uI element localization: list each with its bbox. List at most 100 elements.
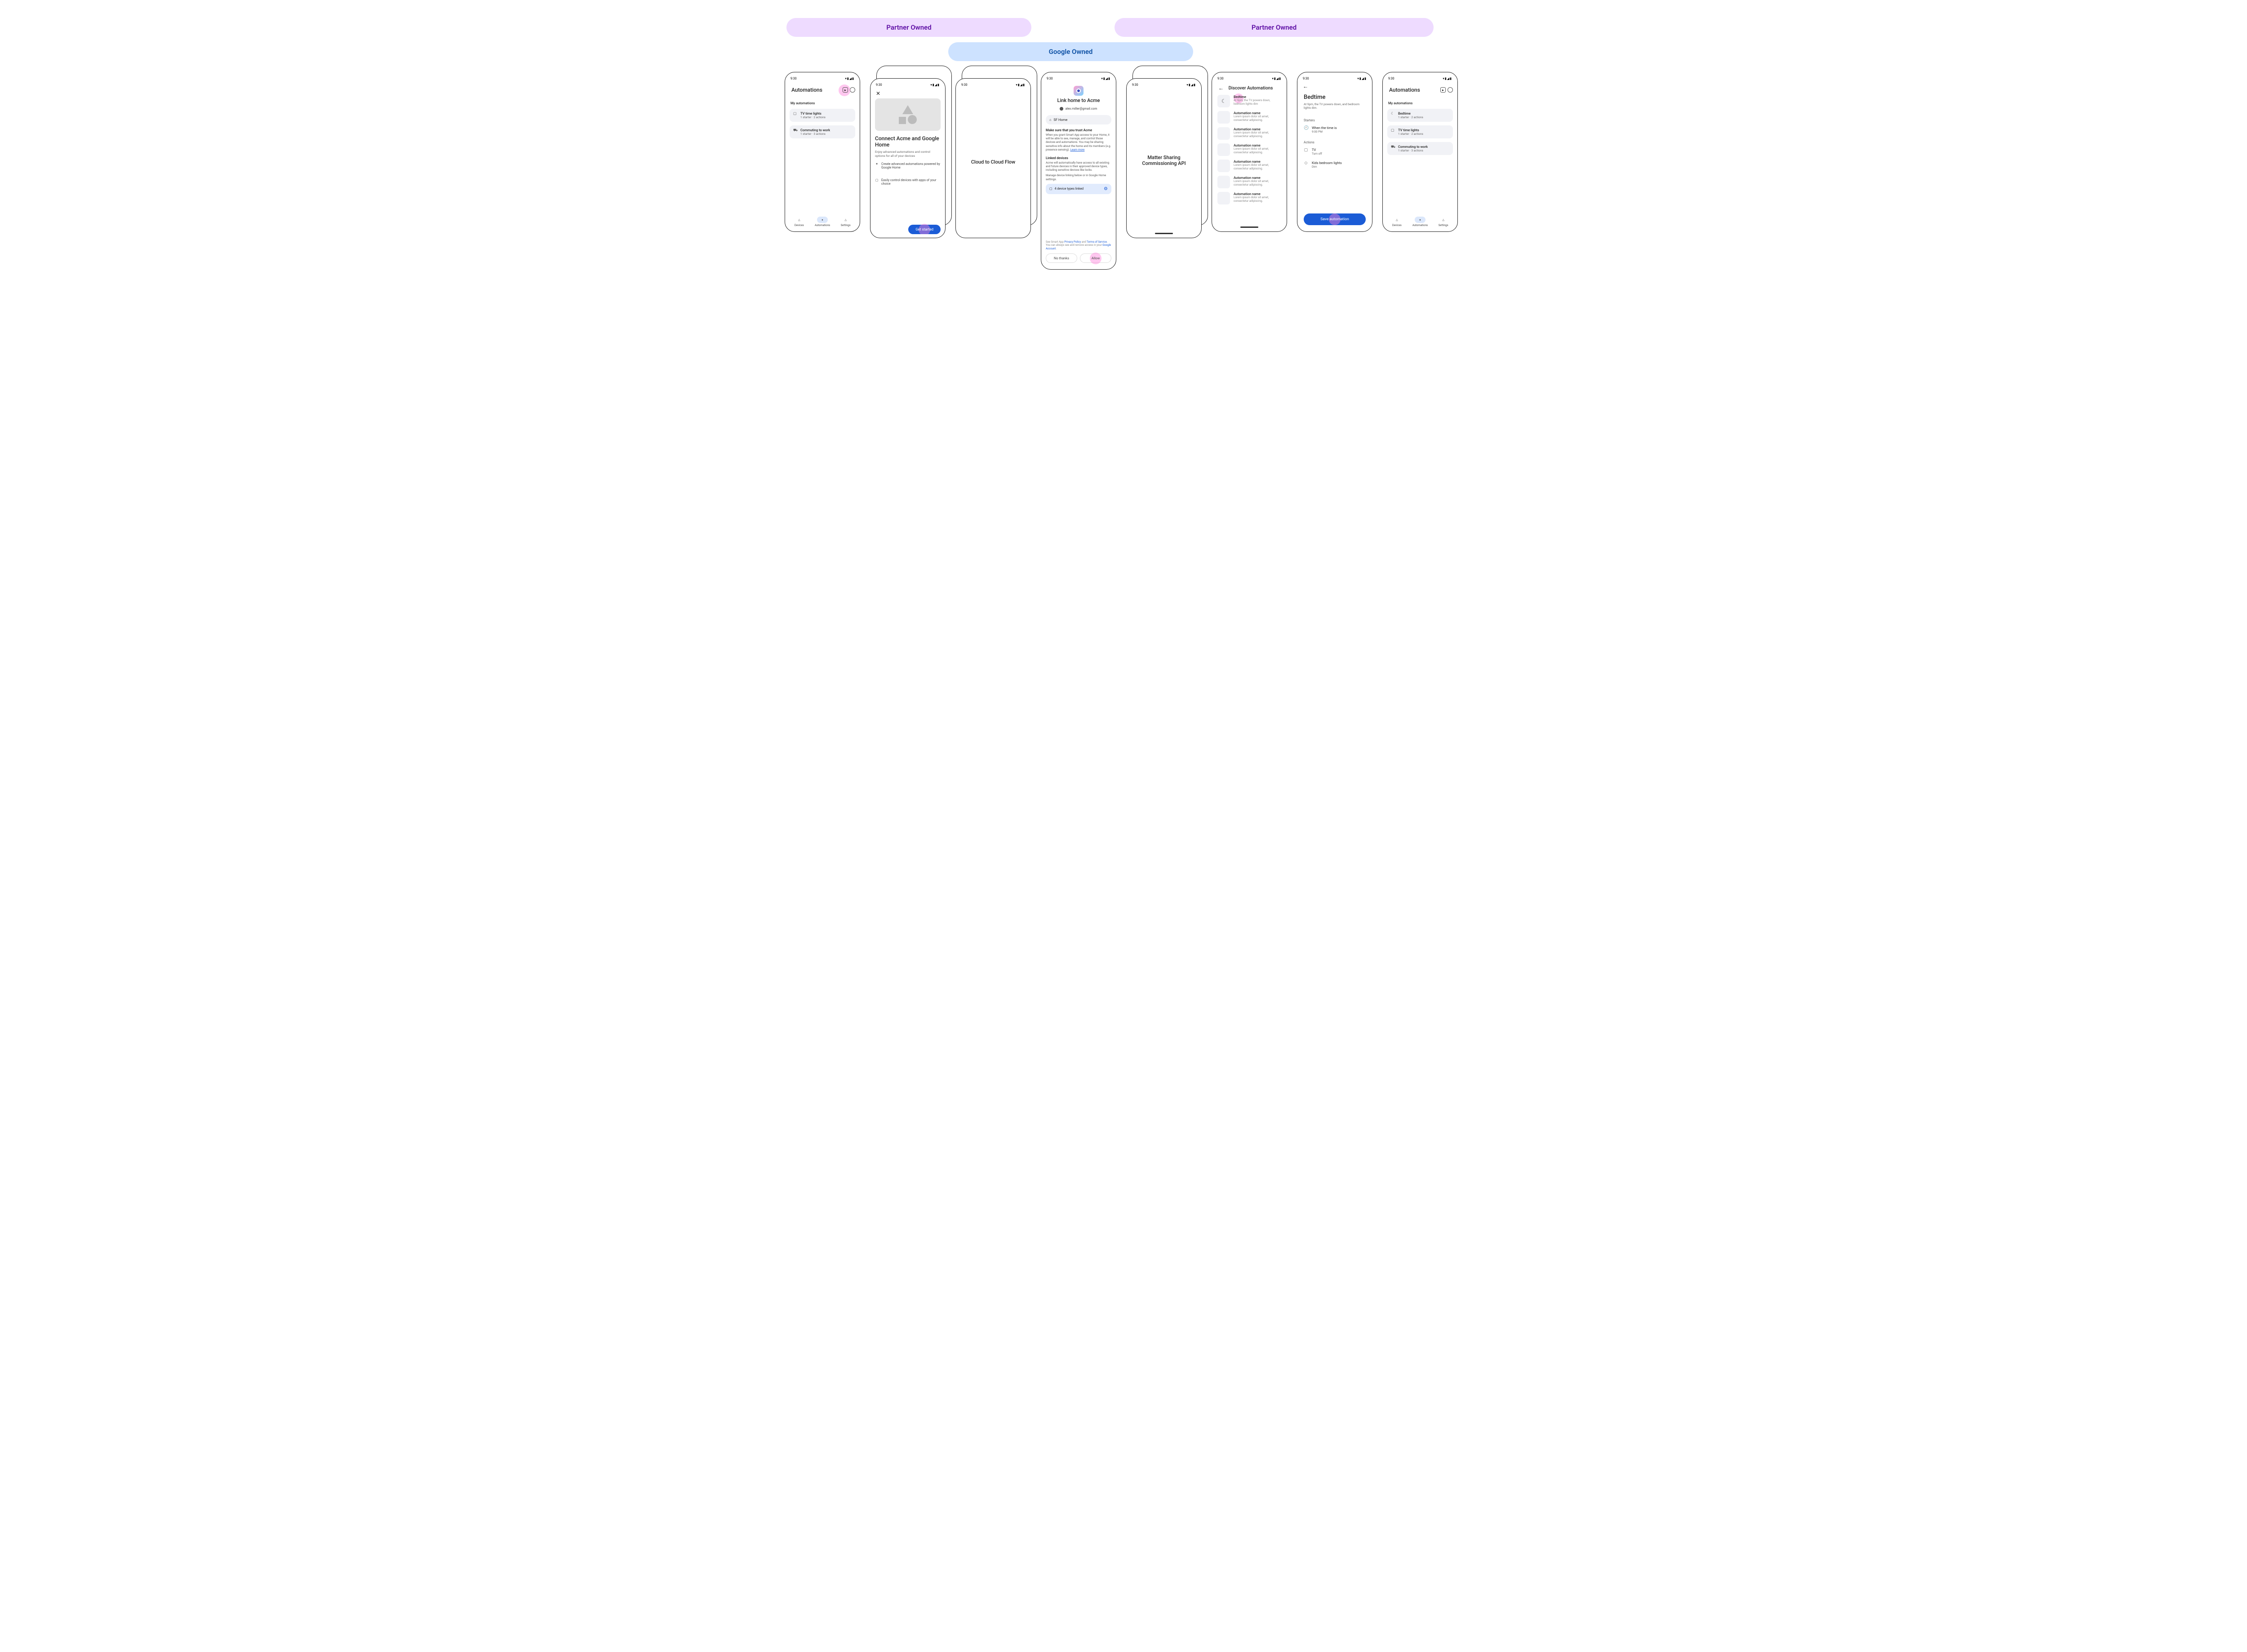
tv-icon: ▢ [1391,128,1395,133]
hero-placeholder [875,98,941,131]
square-shape [899,117,906,124]
status-bar: 9:30▾▮◢▮ [874,82,941,89]
section-my-automations: My automations [790,101,854,105]
page-title: Automations [1389,87,1420,93]
status-icons: ▾▮◢▮ [845,77,854,80]
automation-card-tv-lights[interactable]: ▢ TV time lights1 starter · 2 actions [1387,125,1453,138]
discover-item-bedtime[interactable]: ☾ Bedtime At 9pm, the TV powers down, be… [1217,95,1281,107]
status-bar: 9:30 ▾▮◢▮ [789,76,856,83]
consent-footer: See Smart App Privacy Policy and Terms o… [1046,238,1111,253]
cloud-flow-label: Cloud to Cloud Flow [959,89,1027,234]
car-icon: ⛟ [1391,145,1395,149]
back-button[interactable]: ← [1218,85,1224,91]
action-lights[interactable]: ◇Kids bedroom lightsDim [1304,161,1366,169]
link-title: Link home to Acme [1046,98,1111,103]
account-icon[interactable] [850,87,855,93]
back-button[interactable]: ← [1303,83,1367,89]
matter-api-label: Matter Sharing Commissioning API [1130,89,1198,231]
linked-devices-section: Linked devices Acme will automatically h… [1046,156,1111,194]
allow-button[interactable]: Allow [1080,253,1111,263]
automation-card-commuting[interactable]: ⛟ Commuting to work1 starter · 3 actions [1387,142,1453,155]
automation-card-commuting[interactable]: ⛟ Commuting to work1 starter · 3 actions [790,125,855,138]
starters-header: Starters [1304,119,1366,122]
phone-automations-initial: 9:30 ▾▮◢▮ Automations ▸ My automations [785,72,860,232]
account-icon[interactable] [1448,87,1453,93]
devices-icon: ▢ [875,178,879,186]
page-title: Automations [791,87,822,93]
nav-automations[interactable]: ●Automations [815,217,830,227]
gesture-handle [1155,233,1173,234]
avatar-icon [1060,107,1063,111]
device-types-chip[interactable]: ▢ 4 device types linked ⚙ [1046,184,1111,194]
automation-card-bedtime[interactable]: ☾ Bedtime1 starter · 2 actions [1387,109,1453,122]
bedtime-title: Bedtime [1304,94,1366,101]
circle-shape [908,115,917,124]
card-title: Commuting to work [800,128,830,132]
card-subtitle: 1 starter · 2 actions [800,115,826,119]
close-button[interactable]: ✕ [875,89,941,98]
tv-icon: ▢ [793,111,798,116]
tos-link[interactable]: Terms of Service [1087,240,1107,244]
nav-devices[interactable]: △Devices [1391,217,1402,227]
get-started-button[interactable]: Get started [908,225,941,234]
trust-section: Make sure that you trust Acme When you g… [1046,128,1111,151]
clock-icon: 🕘 [1304,126,1308,130]
automation-card-tv-lights[interactable]: ▢ TV time lights1 starter · 2 actions [790,109,855,122]
discover-item[interactable]: Automation nameLorem ipsum dolor sit ame… [1217,192,1281,204]
phone-discover: 9:30▾▮◢▮ ← Discover Automations ☾ Bedtim… [1212,72,1287,232]
home-selector[interactable]: ⌂SF Home [1046,115,1111,124]
discover-icon[interactable]: ▸ [843,87,848,93]
bottom-nav: △Devices ●Automations △Settings [1386,214,1454,228]
discover-item[interactable]: Automation nameLorem ipsum dolor sit ame… [1217,143,1281,156]
action-tv[interactable]: ▢TVTurn off [1304,148,1366,155]
light-icon: ◇ [1304,161,1308,165]
google-owned-bar: Google Owned [948,42,1193,61]
phone-matter-sharing: 9:30▾▮◢▮ Matter Sharing Commissioning AP… [1126,72,1202,238]
triangle-shape [902,105,913,114]
connect-body: Enjoy advanced automations and control o… [875,150,941,158]
gesture-handle [1240,226,1258,228]
acme-app-icon [1074,86,1084,96]
sparkle-icon: ✦ [875,162,879,169]
phone-connect-acme: 9:30▾▮◢▮ ✕ Connect Acme and Google Home … [870,72,946,238]
home-icon: ⌂ [1049,118,1052,122]
partner-owned-bar-right: Partner Owned [1115,18,1434,37]
tv-icon: ▢ [1304,148,1308,152]
partner-owned-bar-left: Partner Owned [786,18,1031,37]
connect-title: Connect Acme and Google Home [875,135,941,148]
phone-automations-final: 9:30▾▮◢▮ Automations ▸ My automations ☾ … [1382,72,1458,232]
discover-item[interactable]: Automation nameLorem ipsum dolor sit ame… [1217,111,1281,124]
card-title: TV time lights [800,111,826,115]
bedtime-subtitle: At 9pm, the TV powers down, and bedroom … [1304,102,1366,110]
discover-item[interactable]: Automation nameLorem ipsum dolor sit ame… [1217,176,1281,188]
account-email-row: alex.miller@gmail.com [1046,107,1111,111]
discover-title: Discover Automations [1226,86,1275,91]
status-time: 9:30 [790,77,797,80]
nav-automations[interactable]: ●Automations [1412,217,1428,227]
moon-icon: ☾ [1391,111,1395,116]
discover-icon[interactable]: ▸ [1440,87,1446,93]
save-automation-button[interactable]: Save automation [1304,213,1366,225]
nav-devices[interactable]: △Devices [794,217,804,227]
no-thanks-button[interactable]: No thanks [1046,253,1077,263]
car-icon: ⛟ [793,128,798,133]
starter-time[interactable]: 🕘When the time is9:00 PM [1304,126,1366,133]
moon-icon: ☾ [1217,95,1230,107]
phone-bedtime-detail: 9:30▾▮◢▮ ← Bedtime At 9pm, the TV powers… [1297,72,1372,232]
devices-icon: ▢ [1049,187,1052,191]
nav-settings[interactable]: △Settings [840,217,851,227]
feature-automations: ✦Create advanced automations powered by … [875,162,941,169]
privacy-policy-link[interactable]: Privacy Policy [1064,240,1081,244]
card-subtitle: 1 starter · 3 actions [800,132,830,136]
learn-more-link[interactable]: Learn more [1070,148,1085,151]
discover-item[interactable]: Automation nameLorem ipsum dolor sit ame… [1217,127,1281,140]
nav-settings[interactable]: △Settings [1438,217,1449,227]
actions-header: Actions [1304,141,1366,144]
bottom-nav: △Devices ●Automations △Settings [789,214,856,228]
phone-cloud-to-cloud: 9:30▾▮◢▮ Cloud to Cloud Flow [955,72,1031,238]
section-my-automations: My automations [1388,101,1452,105]
phone-link-home: 9:30▾▮◢▮ Link home to Acme alex.miller@g… [1041,72,1116,270]
gear-icon[interactable]: ⚙ [1104,187,1108,191]
discover-item[interactable]: Automation nameLorem ipsum dolor sit ame… [1217,160,1281,172]
feature-control: ▢Easily control devices with apps of you… [875,178,941,186]
